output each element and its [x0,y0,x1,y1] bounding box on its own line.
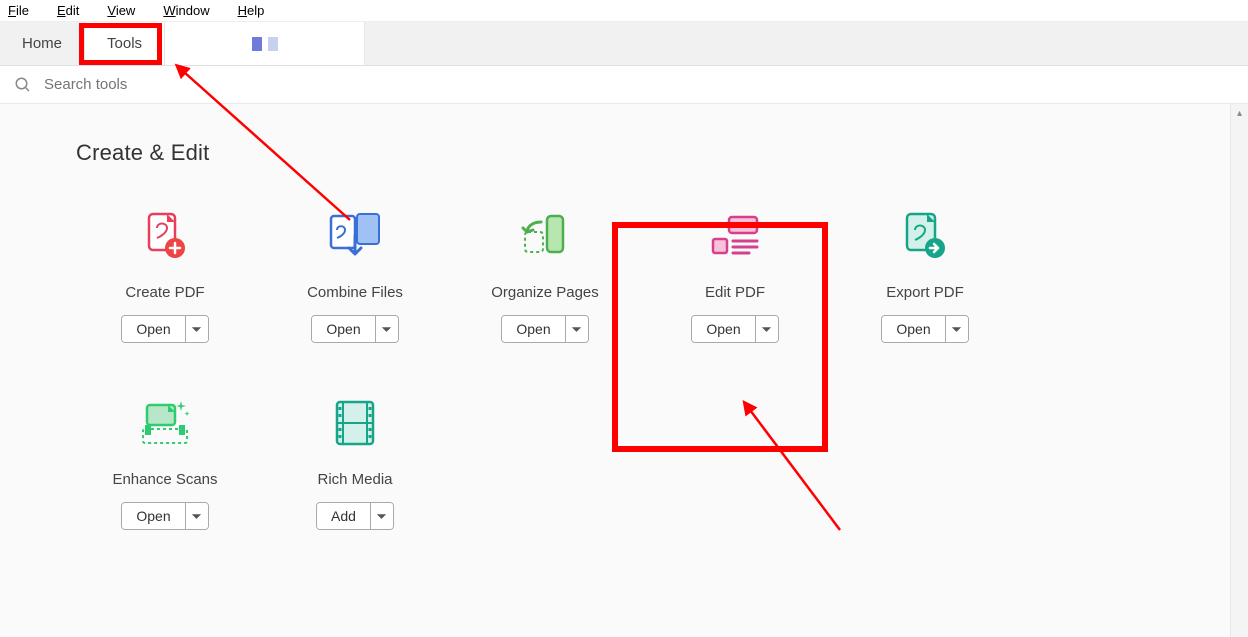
chevron-down-icon[interactable] [566,316,588,342]
rich-media-icon [260,393,450,453]
menu-view[interactable]: View [107,3,149,18]
chevron-down-icon[interactable] [946,316,968,342]
tool-enhance-scans: Enhance Scans Open [70,393,260,530]
menu-bar: File Edit View Window Help [0,0,1248,22]
tab-document[interactable] [165,22,365,65]
menu-window[interactable]: Window [163,3,223,18]
chevron-down-icon[interactable] [186,503,208,529]
tool-combine-files: Combine Files Open [260,206,450,343]
tool-create-pdf: Create PDF Open [70,206,260,343]
export-pdf-icon [830,206,1020,266]
vertical-scrollbar[interactable]: ▴ [1230,104,1248,637]
bookmark-icon-faded [268,37,278,51]
tool-label: Export PDF [830,284,1020,301]
open-button-create-pdf[interactable]: Open [121,315,208,343]
chevron-down-icon[interactable] [756,316,778,342]
menu-edit[interactable]: Edit [57,3,93,18]
tool-organize-pages: Organize Pages Open [450,206,640,343]
tool-edit-pdf: Edit PDF Open [640,206,830,343]
search-input[interactable] [42,75,342,94]
tool-grid: Create PDF Open Combine Files [70,206,1178,580]
tool-label: Combine Files [260,284,450,301]
tool-rich-media: Rich Media Add [260,393,450,530]
open-button-organize-pages[interactable]: Open [501,315,588,343]
add-button-rich-media[interactable]: Add [316,502,394,530]
enhance-scans-icon [70,393,260,453]
create-pdf-icon [70,206,260,266]
tool-label: Create PDF [70,284,260,301]
tool-label: Organize Pages [450,284,640,301]
tool-label: Rich Media [260,471,450,488]
scroll-up-icon[interactable]: ▴ [1231,104,1248,122]
search-bar [0,66,1248,104]
open-button-combine-files[interactable]: Open [311,315,398,343]
chevron-down-icon[interactable] [376,316,398,342]
tool-label: Edit PDF [640,284,830,301]
open-button-export-pdf[interactable]: Open [881,315,968,343]
bookmark-icon [252,37,262,51]
tool-label: Enhance Scans [70,471,260,488]
chevron-down-icon[interactable] [371,503,393,529]
open-button-enhance-scans[interactable]: Open [121,502,208,530]
tools-content: Create & Edit Create PDF Open [0,104,1248,637]
edit-pdf-icon [640,206,830,266]
tab-tools[interactable]: Tools [85,22,165,65]
menu-file[interactable]: File [8,3,43,18]
tab-home[interactable]: Home [0,22,85,65]
chevron-down-icon[interactable] [186,316,208,342]
tab-bar: Home Tools [0,22,1248,66]
open-button-edit-pdf[interactable]: Open [691,315,778,343]
combine-files-icon [260,206,450,266]
menu-help[interactable]: Help [238,3,279,18]
organize-pages-icon [450,206,640,266]
tool-export-pdf: Export PDF Open [830,206,1020,343]
section-title-create-edit: Create & Edit [76,140,1178,166]
search-icon [14,76,32,94]
